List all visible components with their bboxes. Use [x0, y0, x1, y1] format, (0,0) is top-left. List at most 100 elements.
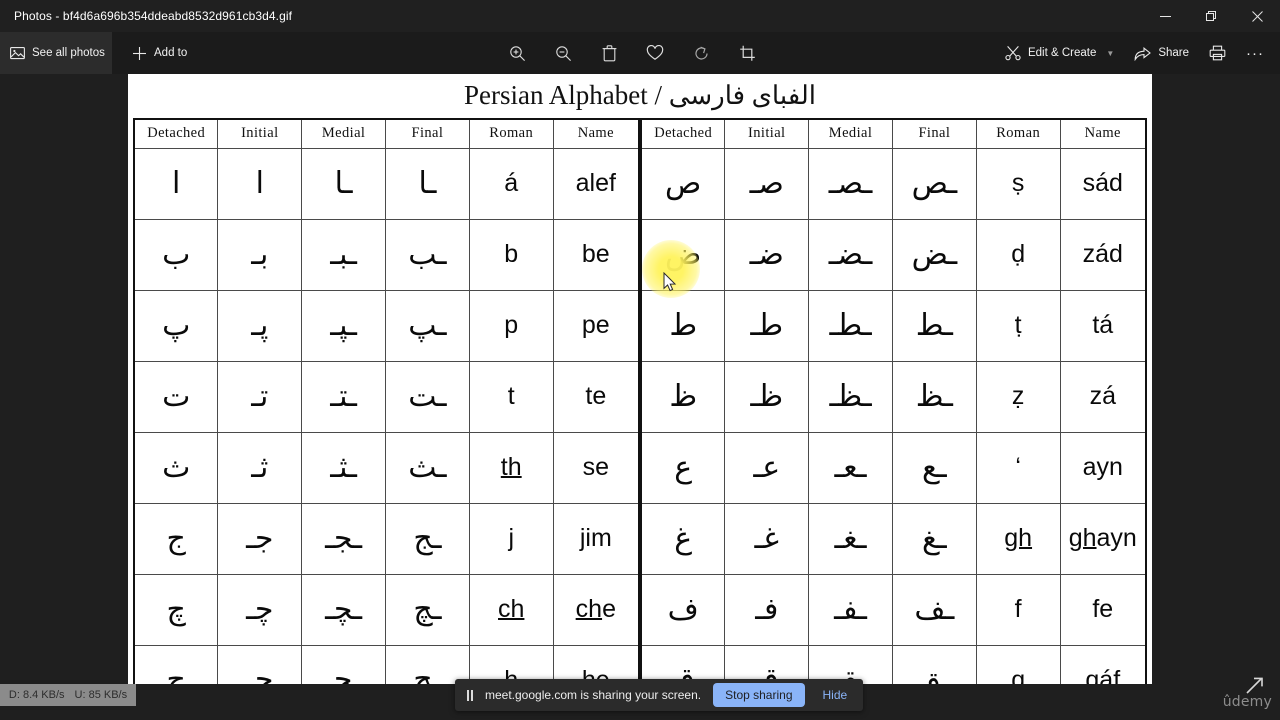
cell-roman-left-0: á: [468, 147, 554, 220]
table-row: ج جـ ـجـ ـج j jim: [133, 502, 640, 575]
cell-detached-right-1: ض: [640, 218, 726, 291]
cell-roman-left-2: p: [468, 289, 554, 362]
udemy-watermark-label: ûdemy: [1222, 694, 1272, 710]
table-row: پ پـ ـپـ ـپ p pe: [133, 289, 640, 362]
cell-roman-right-6: f: [975, 573, 1061, 646]
cell-final-right-1: ـض: [891, 218, 977, 291]
cell-detached-left-5: ج: [133, 502, 219, 575]
cell-initial-right-6: فـ: [724, 573, 810, 646]
cell-initial-right-5: غـ: [724, 502, 810, 575]
cell-detached-left-6: چ: [133, 573, 219, 646]
pause-icon[interactable]: [467, 689, 473, 701]
see-all-photos-button[interactable]: See all photos: [0, 32, 112, 74]
photo-icon: [10, 46, 25, 60]
cell-roman-right-0: ṣ: [975, 147, 1061, 220]
network-upload-label: U: 85 KB/s: [74, 689, 128, 701]
minimize-icon[interactable]: [1142, 0, 1188, 32]
cell-roman-left-4: th: [468, 431, 554, 504]
column-header-roman-right: Roman: [975, 118, 1061, 149]
cell-initial-right-4: عـ: [724, 431, 810, 504]
cell-final-right-7: ـق: [891, 644, 977, 684]
scissors-icon: [1005, 45, 1021, 61]
rotate-icon[interactable]: [689, 41, 713, 65]
cell-detached-right-0: ص: [640, 147, 726, 220]
column-header-name-left: Name: [552, 118, 640, 149]
cell-medial-right-1: ـضـ: [808, 218, 893, 291]
image-title-separator: /: [654, 80, 662, 110]
cell-final-right-2: ـط: [891, 289, 977, 362]
cell-final-right-4: ـع: [891, 431, 977, 504]
cell-name-right-5: ghayn: [1059, 502, 1147, 575]
cell-detached-left-4: ث: [133, 431, 219, 504]
cell-name-left-2: pe: [552, 289, 640, 362]
hide-button[interactable]: Hide: [817, 688, 854, 702]
more-options-button[interactable]: ···: [1236, 32, 1274, 74]
column-header-detached-right: Detached: [640, 118, 726, 149]
persian-alphabet-image[interactable]: Persian Alphabet / الفبای فارسی Detached…: [128, 74, 1152, 684]
edit-and-create-button[interactable]: Edit & Create ▼: [995, 32, 1124, 74]
cell-initial-right-3: ظـ: [724, 360, 810, 433]
more-options-label: ···: [1246, 44, 1264, 62]
cell-detached-right-6: ف: [640, 573, 726, 646]
table-row: ض ضـ ـضـ ـض ḍ zád: [640, 218, 1147, 291]
cell-medial-left-2: ـپـ: [301, 289, 387, 362]
cell-final-left-3: ـت: [385, 360, 470, 433]
table-header-row: Detached Initial Medial Final Roman Name: [133, 118, 640, 149]
zoom-out-icon[interactable]: [551, 41, 575, 65]
cell-medial-right-5: ـغـ: [808, 502, 893, 575]
cell-detached-right-5: غ: [640, 502, 726, 575]
close-icon[interactable]: [1234, 0, 1280, 32]
edit-and-create-label: Edit & Create: [1027, 47, 1097, 59]
cell-medial-right-2: ـطـ: [808, 289, 893, 362]
table-header-row: Detached Initial Medial Final Roman Name: [640, 118, 1147, 149]
cell-name-left-3: te: [552, 360, 640, 433]
right-tool-group: Edit & Create ▼ Share ···: [995, 32, 1274, 74]
share-button[interactable]: Share: [1124, 32, 1199, 74]
udemy-watermark: ûdemy: [1222, 677, 1272, 710]
table-row: ا ا ـا ـا á alef: [133, 147, 640, 220]
cell-name-right-4: ayn: [1059, 431, 1147, 504]
table-row: ص صـ ـصـ ـص ṣ sád: [640, 147, 1147, 220]
cell-initial-left-6: چـ: [217, 573, 303, 646]
network-speed-indicator: D: 8.4 KB/s U: 85 KB/s: [0, 684, 136, 706]
column-header-initial-right: Initial: [724, 118, 810, 149]
cell-detached-right-2: ط: [640, 289, 726, 362]
share-icon: [1134, 46, 1152, 61]
table-row: ف فـ ـفـ ـف f fe: [640, 573, 1147, 646]
restore-icon[interactable]: [1188, 0, 1234, 32]
zoom-in-icon[interactable]: [505, 41, 529, 65]
cell-final-right-5: ـغ: [891, 502, 977, 575]
print-button[interactable]: [1199, 32, 1236, 74]
add-to-button[interactable]: Add to: [122, 32, 197, 74]
cell-name-right-6: fe: [1059, 573, 1147, 646]
cell-medial-left-0: ـا: [301, 147, 387, 220]
cell-final-right-6: ـف: [891, 573, 977, 646]
chevron-down-icon[interactable]: ▼: [1106, 49, 1114, 58]
cell-name-left-6: che: [552, 573, 640, 646]
cell-roman-right-7: q: [975, 644, 1061, 684]
cell-detached-left-2: پ: [133, 289, 219, 362]
command-bar: See all photos Add to Edit & Create ▼ Sh…: [0, 32, 1280, 74]
delete-icon[interactable]: [597, 41, 621, 65]
cell-name-right-0: sád: [1059, 147, 1147, 220]
cell-detached-left-0: ا: [133, 147, 219, 220]
cell-final-left-6: ـچ: [385, 573, 470, 646]
screen-share-bar: meet.google.com is sharing your screen. …: [455, 679, 864, 711]
table-row: ث ثـ ـثـ ـث th se: [133, 431, 640, 504]
cell-name-left-5: jim: [552, 502, 640, 575]
column-header-medial-left: Medial: [301, 118, 387, 149]
photo-viewer[interactable]: Persian Alphabet / الفبای فارسی Detached…: [0, 74, 1280, 720]
window-controls: [1142, 0, 1280, 32]
cell-name-right-1: zád: [1059, 218, 1147, 291]
image-title: Persian Alphabet / الفبای فارسی: [128, 74, 1152, 115]
favorite-heart-icon[interactable]: [643, 41, 667, 65]
title-bar: Photos - bf4d6a696b354ddeabd8532d961cb3d…: [0, 0, 1280, 32]
cell-final-right-0: ـص: [891, 147, 977, 220]
crop-icon[interactable]: [735, 41, 759, 65]
arrow-icon: [1246, 677, 1263, 694]
stop-sharing-button[interactable]: Stop sharing: [713, 683, 805, 707]
cell-medial-right-3: ـظـ: [808, 360, 893, 433]
center-tool-group: [505, 32, 759, 74]
column-header-detached-left: Detached: [133, 118, 219, 149]
column-header-initial-left: Initial: [217, 118, 303, 149]
